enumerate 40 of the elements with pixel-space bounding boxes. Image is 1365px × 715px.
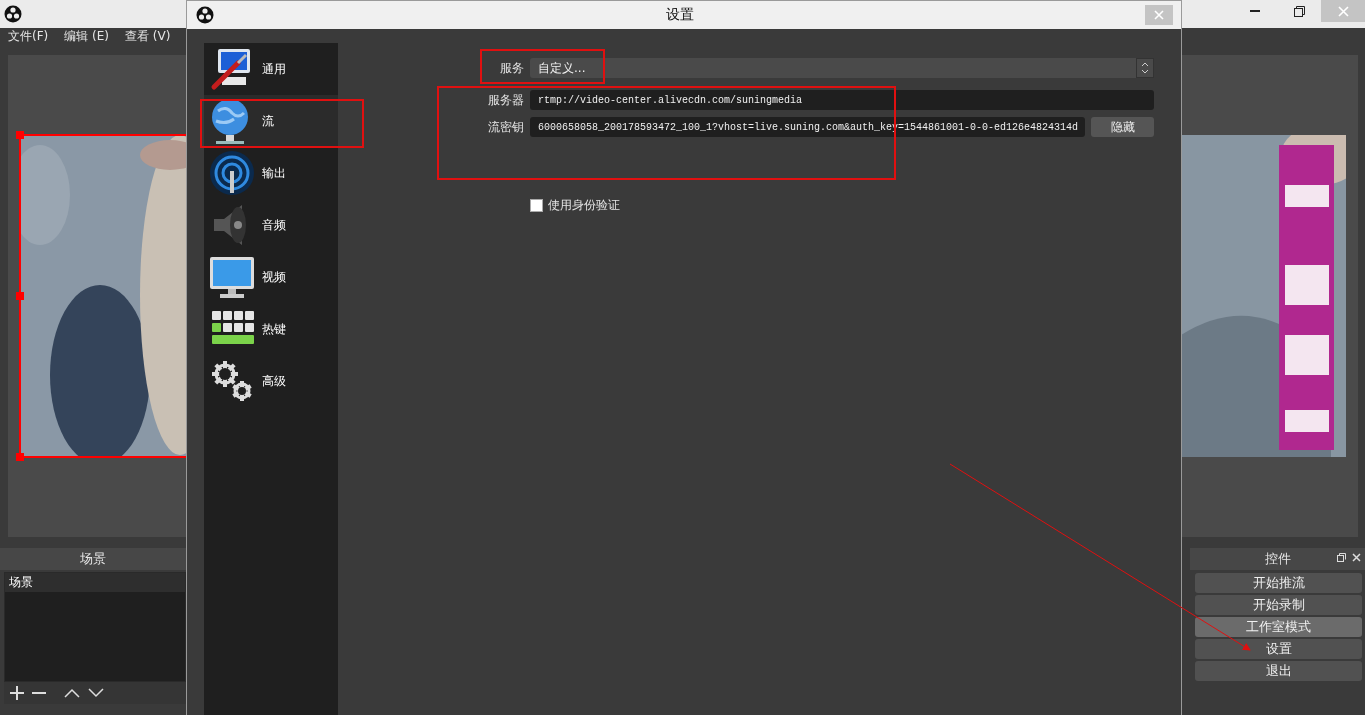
checkbox-label: 使用身份验证 — [548, 197, 620, 214]
control-button[interactable]: 开始录制 — [1195, 595, 1362, 615]
checkbox[interactable] — [530, 199, 543, 212]
close-icon — [1154, 10, 1164, 20]
minimize-icon — [1250, 10, 1260, 12]
control-button[interactable]: 工作室模式 — [1195, 617, 1362, 637]
sidebar-item[interactable]: 热键 — [204, 303, 338, 355]
field-label: 服务 — [499, 59, 524, 77]
dock-title: 控件 — [1190, 548, 1365, 570]
sidebar-item[interactable]: 音频 — [204, 199, 338, 251]
down-icon[interactable] — [88, 688, 104, 698]
sidebar-item[interactable]: 视频 — [204, 251, 338, 303]
service-dropdown[interactable]: 自定义... — [530, 58, 1154, 78]
control-button[interactable]: 开始推流 — [1195, 573, 1362, 593]
control-button[interactable]: 设置 — [1195, 639, 1362, 659]
sidebar-item[interactable]: 通用 — [204, 43, 338, 95]
app-logo-icon — [4, 5, 22, 23]
sidebar-item[interactable]: 输出 — [204, 147, 338, 199]
dialog-title: 设置 — [664, 6, 695, 24]
dialog-logo-icon — [196, 6, 214, 24]
menu-item[interactable]: 文件(F) — [8, 28, 49, 45]
broadcast-icon — [208, 149, 256, 197]
field-label: 流密钥 — [487, 118, 524, 136]
scene-item[interactable]: 场景 — [5, 573, 185, 592]
server-field[interactable]: rtmp://video-center.alivecdn.com/suningmedia — [530, 90, 1154, 110]
close-icon[interactable] — [1352, 553, 1361, 562]
float-icon[interactable] — [1337, 553, 1346, 562]
close-icon — [1337, 5, 1349, 17]
add-icon[interactable] — [10, 686, 24, 700]
spinner-icon — [1136, 58, 1154, 78]
hide-button[interactable]: 隐藏 — [1091, 117, 1154, 137]
restore-icon — [1293, 5, 1305, 17]
sidebar-item[interactable]: 高级 — [204, 355, 338, 407]
up-icon[interactable] — [64, 688, 80, 698]
menu-item[interactable]: 编辑 (E) — [64, 28, 110, 45]
field-label: 服务器 — [487, 91, 524, 109]
dock-title: 场景 — [0, 548, 186, 570]
sidebar-item[interactable]: 流 — [204, 95, 338, 147]
menu-item[interactable]: 查看 (V) — [125, 28, 171, 45]
control-button[interactable]: 退出 — [1195, 661, 1362, 681]
